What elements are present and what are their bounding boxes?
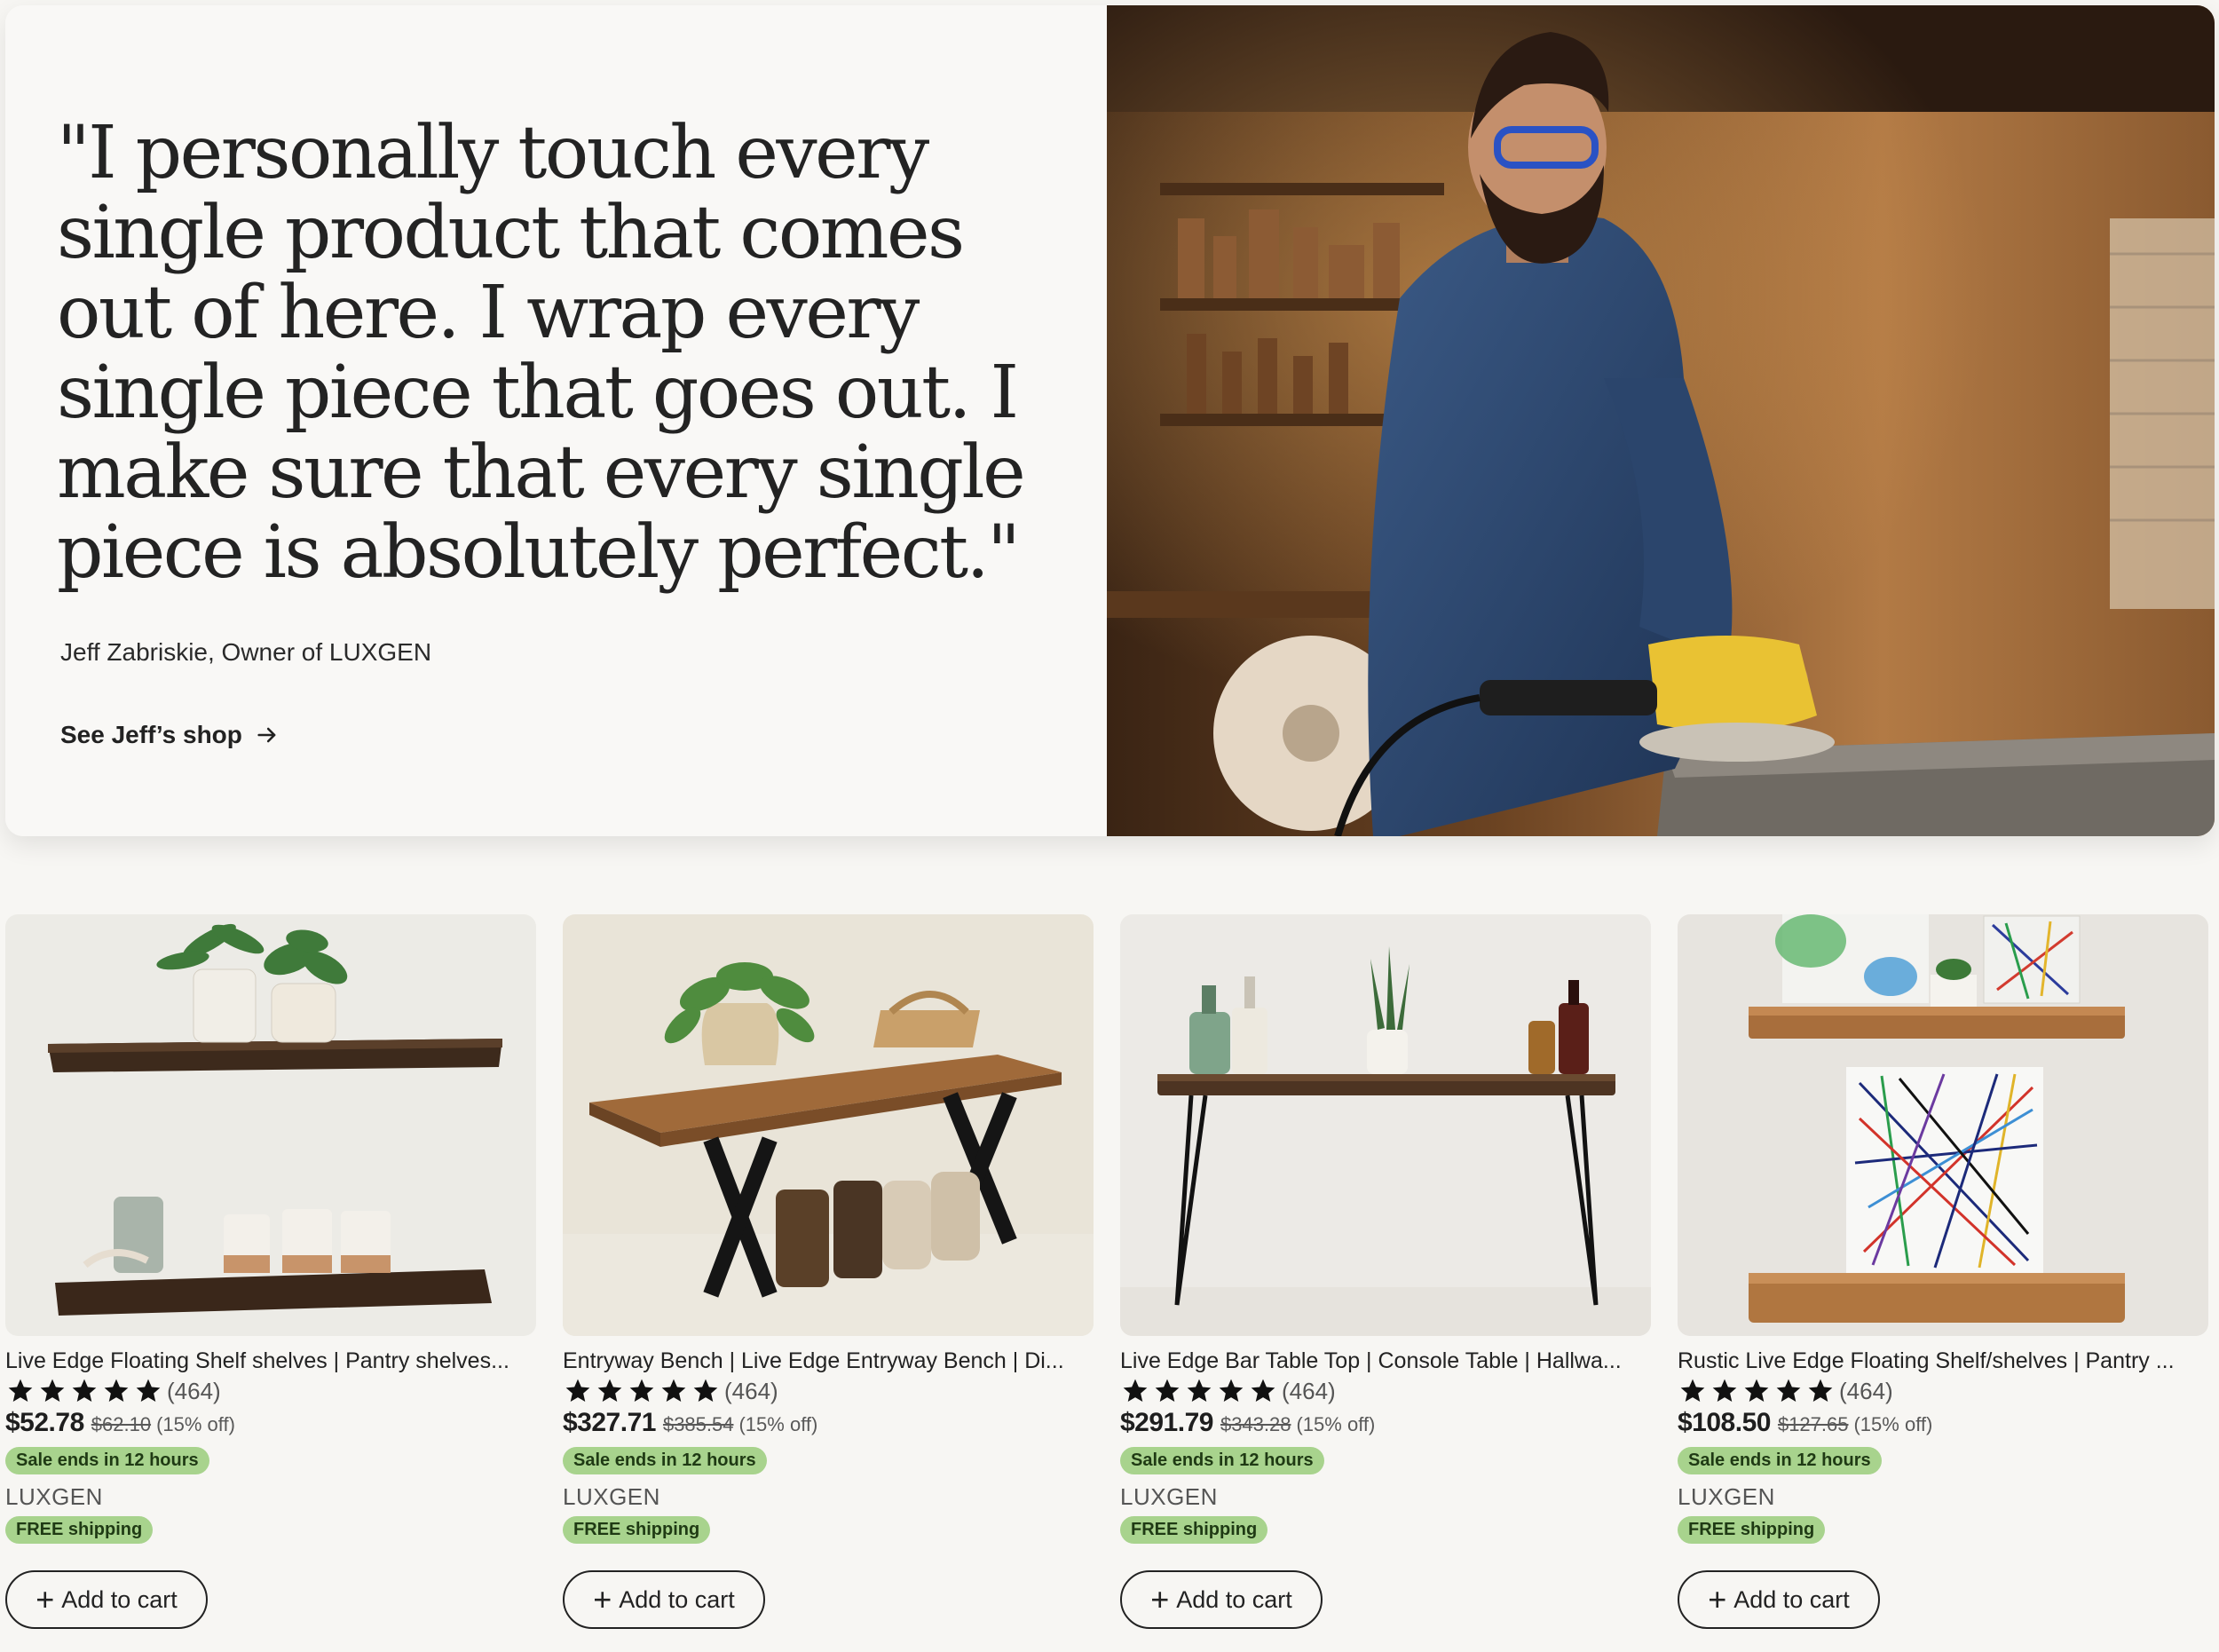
- product-image-floating-shelves[interactable]: [5, 914, 536, 1336]
- star-icon: [1251, 1379, 1275, 1402]
- featured-seller-hero: "I personally touch every single product…: [5, 5, 2215, 836]
- add-to-cart-button[interactable]: + Add to cart: [1678, 1570, 1880, 1629]
- product-title[interactable]: Live Edge Bar Table Top | Console Table …: [1120, 1348, 1651, 1374]
- see-shop-link-label: See Jeff’s shop: [60, 721, 242, 748]
- review-count: (464): [1282, 1377, 1336, 1404]
- hero-quote: "I personally touch every single product…: [57, 111, 1026, 595]
- shop-name[interactable]: LUXGEN: [1678, 1483, 2208, 1511]
- star-icon: [1712, 1379, 1737, 1402]
- star-icon: [40, 1379, 65, 1402]
- sale-badge: Sale ends in 12 hours: [563, 1447, 767, 1474]
- product-rating: (464): [1120, 1376, 1651, 1406]
- product-card[interactable]: Live Edge Bar Table Top | Console Table …: [1120, 914, 1651, 1629]
- star-icon: [693, 1379, 718, 1402]
- review-count: (464): [724, 1377, 778, 1404]
- product-title[interactable]: Live Edge Floating Shelf shelves | Pantr…: [5, 1348, 536, 1374]
- product-image-entryway-bench[interactable]: [563, 914, 1094, 1336]
- hero-text-panel: "I personally touch every single product…: [5, 5, 1107, 836]
- add-to-cart-button[interactable]: + Add to cart: [563, 1570, 765, 1629]
- star-icon: [1219, 1379, 1244, 1402]
- product-rating: (464): [5, 1376, 536, 1406]
- star-icon: [1808, 1379, 1833, 1402]
- discount-label: (15% off): [1853, 1413, 1933, 1435]
- star-icon: [661, 1379, 686, 1402]
- sale-price: $108.50: [1678, 1408, 1771, 1437]
- star-icon: [1123, 1379, 1148, 1402]
- add-to-cart-button[interactable]: + Add to cart: [5, 1570, 208, 1629]
- star-icon: [136, 1379, 161, 1402]
- star-icon: [565, 1379, 590, 1402]
- free-shipping-badge: FREE shipping: [5, 1516, 154, 1544]
- product-title[interactable]: Entryway Bench | Live Edge Entryway Benc…: [563, 1348, 1094, 1374]
- price-row: $52.78 $62.10 (15% off): [5, 1408, 536, 1438]
- star-icon: [1744, 1379, 1769, 1402]
- discount-label: (15% off): [738, 1413, 818, 1435]
- add-to-cart-label: Add to cart: [619, 1585, 735, 1613]
- hero-attribution: Jeff Zabriskie, Owner of LUXGEN: [60, 638, 432, 666]
- plus-icon: +: [1708, 1581, 1727, 1617]
- review-count: (464): [1839, 1377, 1893, 1404]
- plus-icon: +: [1150, 1581, 1170, 1617]
- price-row: $327.71 $385.54 (15% off): [563, 1408, 1094, 1438]
- price-row: $108.50 $127.65 (15% off): [1678, 1408, 2208, 1438]
- product-image-rustic-shelves[interactable]: [1678, 914, 2208, 1336]
- craftsman-photo: [1107, 5, 2215, 836]
- add-to-cart-label: Add to cart: [61, 1585, 178, 1613]
- shop-name[interactable]: LUXGEN: [1120, 1483, 1651, 1511]
- price-row: $291.79 $343.28 (15% off): [1120, 1408, 1651, 1438]
- five-star-rating: [563, 1377, 721, 1405]
- add-to-cart-button[interactable]: + Add to cart: [1120, 1570, 1323, 1629]
- star-icon: [8, 1379, 33, 1402]
- star-icon: [629, 1379, 654, 1402]
- star-icon: [1680, 1379, 1705, 1402]
- five-star-rating: [5, 1377, 163, 1405]
- plus-icon: +: [593, 1581, 612, 1617]
- sale-badge: Sale ends in 12 hours: [5, 1447, 209, 1474]
- see-shop-link[interactable]: See Jeff’s shop: [60, 721, 280, 749]
- discount-label: (15% off): [1296, 1413, 1376, 1435]
- original-price: $62.10: [91, 1413, 152, 1435]
- product-rating: (464): [563, 1376, 1094, 1406]
- add-to-cart-label: Add to cart: [1176, 1585, 1292, 1613]
- original-price: $343.28: [1220, 1413, 1291, 1435]
- free-shipping-badge: FREE shipping: [1120, 1516, 1268, 1544]
- free-shipping-badge: FREE shipping: [1678, 1516, 1826, 1544]
- sale-price: $327.71: [563, 1408, 656, 1437]
- star-icon: [1776, 1379, 1801, 1402]
- free-shipping-badge: FREE shipping: [563, 1516, 711, 1544]
- product-card[interactable]: Entryway Bench | Live Edge Entryway Benc…: [563, 914, 1094, 1629]
- product-rating: (464): [1678, 1376, 2208, 1406]
- arrow-right-icon: [257, 727, 276, 743]
- five-star-rating: [1120, 1377, 1278, 1405]
- original-price: $127.65: [1777, 1413, 1849, 1435]
- product-grid: Live Edge Floating Shelf shelves | Pantr…: [5, 914, 2215, 1629]
- sale-price: $52.78: [5, 1408, 84, 1437]
- original-price: $385.54: [662, 1413, 734, 1435]
- review-count: (464): [167, 1377, 221, 1404]
- five-star-rating: [1678, 1377, 1836, 1405]
- shop-name[interactable]: LUXGEN: [563, 1483, 1094, 1511]
- star-icon: [597, 1379, 622, 1402]
- star-icon: [72, 1379, 97, 1402]
- star-icon: [1187, 1379, 1212, 1402]
- shop-name[interactable]: LUXGEN: [5, 1483, 536, 1511]
- discount-label: (15% off): [156, 1413, 235, 1435]
- star-icon: [104, 1379, 129, 1402]
- sale-badge: Sale ends in 12 hours: [1120, 1447, 1324, 1474]
- plus-icon: +: [36, 1581, 55, 1617]
- product-image-console-table[interactable]: [1120, 914, 1651, 1336]
- product-title[interactable]: Rustic Live Edge Floating Shelf/shelves …: [1678, 1348, 2208, 1374]
- sale-badge: Sale ends in 12 hours: [1678, 1447, 1882, 1474]
- star-icon: [1155, 1379, 1180, 1402]
- add-to-cart-label: Add to cart: [1733, 1585, 1850, 1613]
- sale-price: $291.79: [1120, 1408, 1213, 1437]
- product-card[interactable]: Live Edge Floating Shelf shelves | Pantr…: [5, 914, 536, 1629]
- product-card[interactable]: Rustic Live Edge Floating Shelf/shelves …: [1678, 914, 2208, 1629]
